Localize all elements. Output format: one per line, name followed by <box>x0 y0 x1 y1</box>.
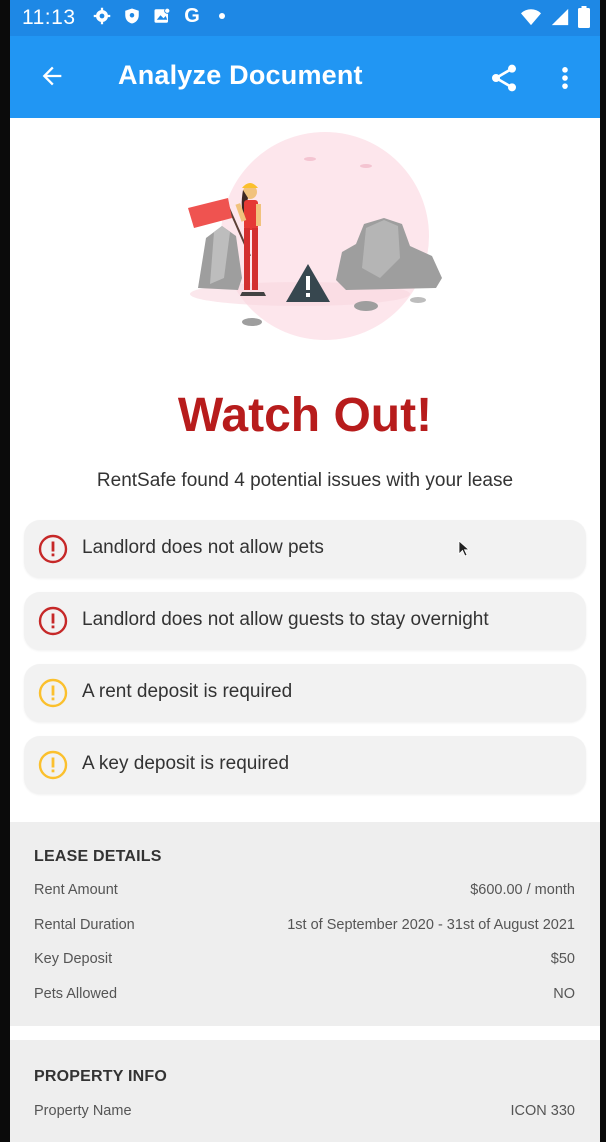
issue-text: Landlord does not allow pets <box>82 537 324 558</box>
issue-text: A key deposit is required <box>82 753 290 774</box>
detail-label: Property Name <box>34 1103 132 1119</box>
error-icon <box>38 606 68 636</box>
detail-value: $600.00 / month <box>470 882 575 898</box>
signal-icon <box>550 7 570 32</box>
issues-list: Landlord does not allow pets Landlord do… <box>24 520 586 808</box>
detail-row: Key Deposit $50 <box>34 951 575 971</box>
section-title: LEASE DETAILS <box>34 848 162 865</box>
mouse-cursor-icon <box>458 540 471 557</box>
more-options-button[interactable] <box>550 58 580 98</box>
detail-value: $50 <box>550 951 575 967</box>
status-time: 11:13 <box>22 6 76 29</box>
back-button[interactable] <box>34 58 70 94</box>
status-bar: 11:13 G <box>10 0 600 36</box>
issue-text: Landlord does not allow guests to stay o… <box>82 609 489 630</box>
share-icon <box>492 64 516 92</box>
shield-icon <box>122 6 142 26</box>
share-button[interactable] <box>484 58 524 98</box>
issue-item[interactable]: A key deposit is required <box>24 736 586 794</box>
issue-item[interactable]: Landlord does not allow pets <box>24 520 586 578</box>
detail-value: 1st of September 2020 - 31st of August 2… <box>287 917 575 933</box>
more-vert-icon <box>562 67 568 89</box>
app-screen: 11:13 G Analyze Document Watch Out! Rent… <box>10 0 600 1142</box>
detail-label: Pets Allowed <box>34 986 118 1002</box>
page-title: Analyze Document <box>118 60 363 90</box>
google-g-icon: G <box>184 4 200 27</box>
arrow-back-icon <box>42 66 62 86</box>
lease-details-section: LEASE DETAILS Rent Amount $600.00 / mont… <box>10 822 600 1026</box>
issue-item[interactable]: A rent deposit is required <box>24 664 586 722</box>
issues-summary: RentSafe found 4 potential issues with y… <box>96 470 514 491</box>
property-info-section: PROPERTY INFO Property Name ICON 330 <box>10 1040 600 1142</box>
system-icons <box>520 6 590 33</box>
detail-label: Rental Duration <box>34 917 135 933</box>
warning-icon <box>38 750 68 780</box>
gallery-icon <box>152 6 172 26</box>
issue-text: A rent deposit is required <box>82 681 293 702</box>
detail-row: Property Name ICON 330 <box>34 1103 575 1123</box>
detail-row: Rent Amount $600.00 / month <box>34 882 575 902</box>
battery-icon <box>578 6 590 33</box>
section-title: PROPERTY INFO <box>34 1068 167 1085</box>
warning-headline: Watch Out! <box>177 389 433 442</box>
app-bar: Analyze Document <box>10 36 600 118</box>
wifi-icon <box>520 7 542 32</box>
error-icon <box>38 534 68 564</box>
notification-icons: G <box>92 4 232 27</box>
detail-label: Key Deposit <box>34 951 113 967</box>
issue-item[interactable]: Landlord does not allow guests to stay o… <box>24 592 586 650</box>
detail-row: Rental Duration 1st of September 2020 - … <box>34 917 575 937</box>
settings-icon <box>92 6 112 26</box>
detail-value: ICON 330 <box>510 1103 575 1119</box>
warning-icon <box>38 678 68 708</box>
detail-row: Pets Allowed NO <box>34 986 575 1006</box>
detail-label: Rent Amount <box>34 882 118 898</box>
detail-value: NO <box>553 986 575 1002</box>
dot-icon <box>212 6 232 26</box>
construction-worker-warning-illustration <box>188 132 442 340</box>
